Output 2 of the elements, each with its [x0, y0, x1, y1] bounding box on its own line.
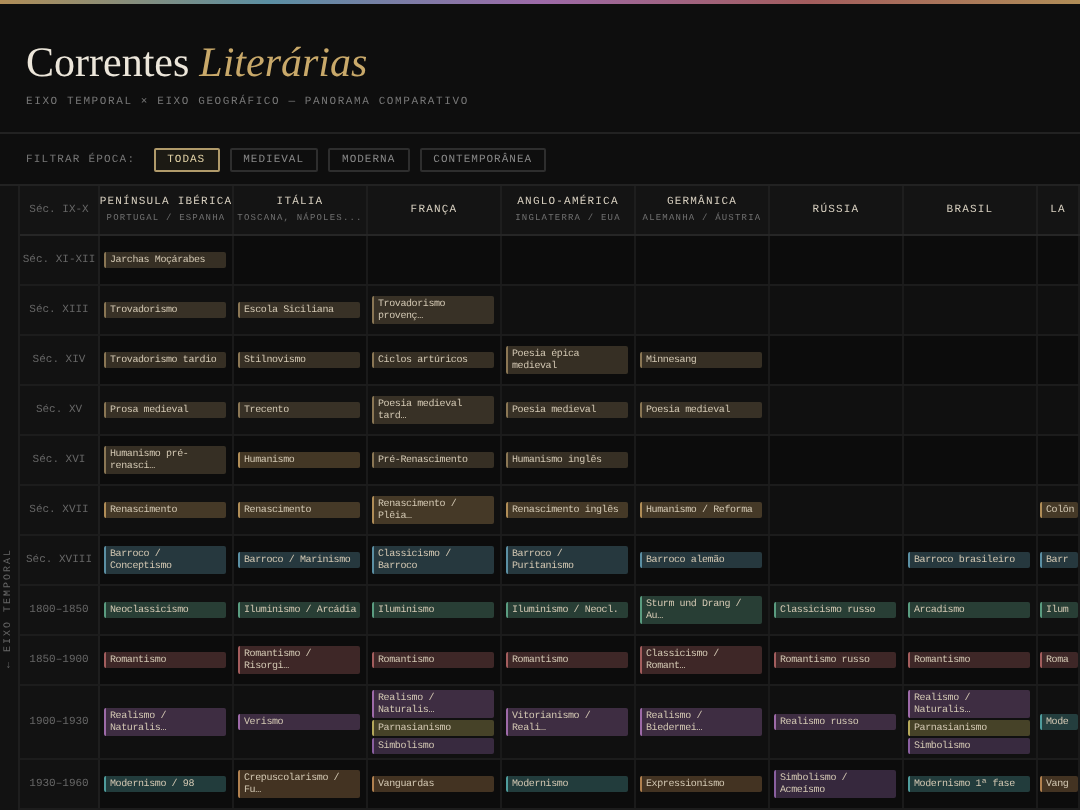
page-title: Correntes	[26, 38, 190, 86]
page-title-accent: Literárias	[199, 38, 368, 86]
